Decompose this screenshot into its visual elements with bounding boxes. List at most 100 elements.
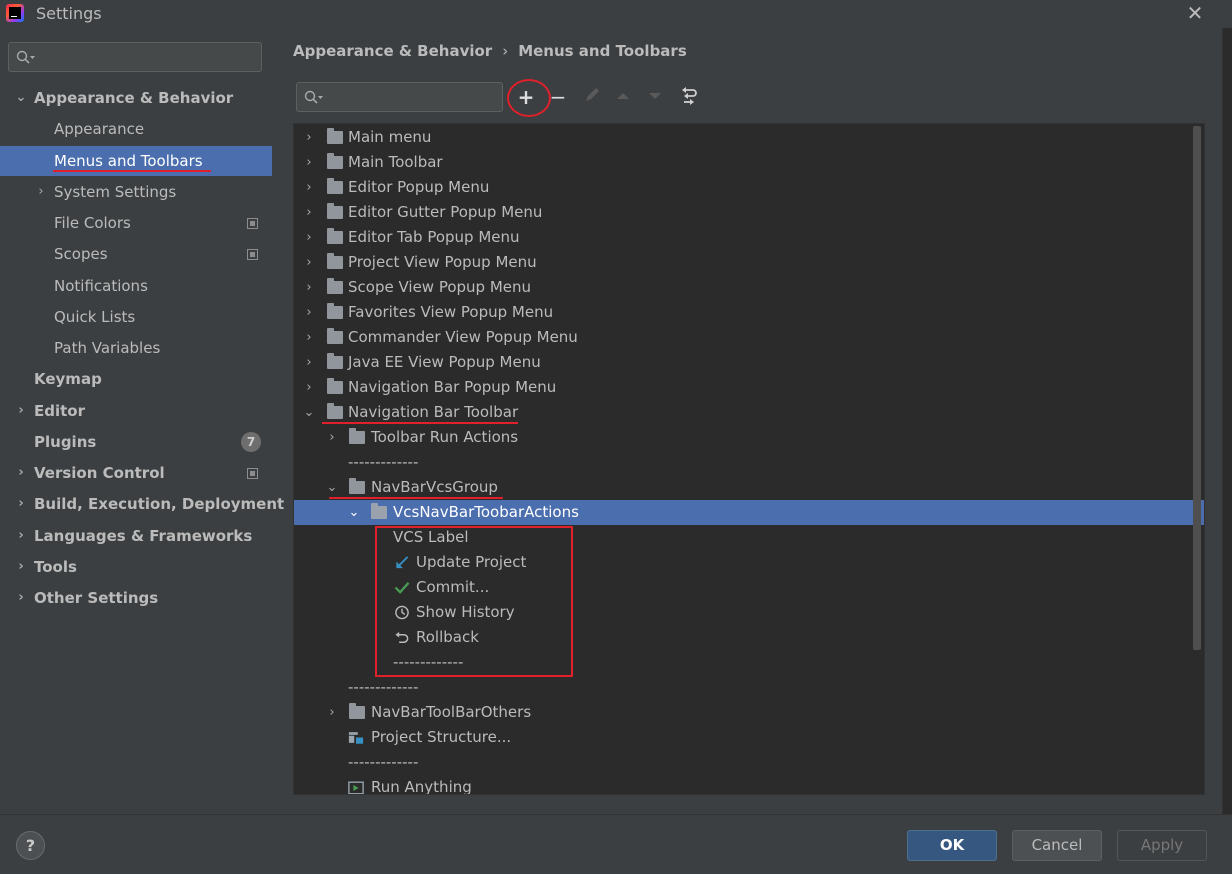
tree-row-run-anything[interactable]: Run Anything: [294, 775, 1204, 794]
tree-row-label: Favorites View Popup Menu: [348, 303, 554, 321]
annotation-box: [375, 526, 573, 677]
tree-row-editor-tab-popup-menu[interactable]: › Editor Tab Popup Menu: [294, 225, 1204, 250]
tree-row-separator[interactable]: -------------: [294, 675, 1204, 700]
sidebar-item-appearance[interactable]: Appearance: [0, 114, 272, 144]
pencil-icon: [586, 88, 599, 101]
tree-row-toolbar-run-actions[interactable]: › Toolbar Run Actions: [294, 425, 1204, 450]
chevron-down-icon: ⌄: [15, 90, 27, 105]
annotation-underline: [53, 170, 211, 172]
minus-icon: −: [549, 85, 567, 109]
tree-row-java-ee-view-popup-menu[interactable]: › Java EE View Popup Menu: [294, 350, 1204, 375]
dialog-footer: ? OK Cancel Apply: [0, 814, 1232, 874]
sidebar-item-label: Keymap: [34, 370, 102, 388]
restore-defaults-button[interactable]: [677, 86, 701, 110]
tree-row-vcsnavbartoobaractions[interactable]: ⌄ VcsNavBarToobarActions: [294, 500, 1204, 525]
sidebar-item-system-settings[interactable]: › System Settings: [0, 177, 272, 207]
sidebar-item-label: File Colors: [54, 214, 131, 232]
sidebar-item-other-settings[interactable]: › Other Settings: [0, 583, 272, 613]
tree-row-main-toolbar[interactable]: › Main Toolbar: [294, 150, 1204, 175]
restore-icon: [682, 87, 697, 105]
folder-icon: [327, 228, 343, 244]
sidebar-item-languages-frameworks[interactable]: › Languages & Frameworks: [0, 521, 272, 551]
help-button[interactable]: ?: [16, 831, 45, 860]
move-down-button[interactable]: [643, 86, 667, 110]
chevron-right-icon: ›: [38, 184, 44, 199]
sidebar-search-input[interactable]: [8, 42, 262, 72]
folder-icon: [327, 378, 343, 394]
chevron-right-icon: ›: [306, 155, 312, 170]
tree-row-navigation-bar-popup-menu[interactable]: › Navigation Bar Popup Menu: [294, 375, 1204, 400]
triangle-down-icon: [649, 93, 661, 99]
tree-row-project-view-popup-menu[interactable]: › Project View Popup Menu: [294, 250, 1204, 275]
sidebar-item-label: Quick Lists: [54, 308, 136, 326]
chevron-right-icon: ›: [18, 528, 24, 543]
project-structure-icon: [348, 732, 364, 744]
tree-row-commander-view-popup-menu[interactable]: › Commander View Popup Menu: [294, 325, 1204, 350]
chevron-right-icon: ›: [306, 280, 312, 295]
sidebar-item-appearance-behavior[interactable]: ⌄ Appearance & Behavior: [0, 83, 272, 113]
breadcrumb-current: Menus and Toolbars: [518, 42, 687, 60]
close-icon[interactable]: ✕: [1184, 2, 1206, 24]
chevron-right-icon: ›: [18, 559, 24, 574]
sidebar-item-label: Path Variables: [54, 339, 161, 357]
tree-scrollbar[interactable]: [1193, 126, 1201, 650]
breadcrumb-separator: ›: [502, 42, 509, 60]
sidebar-item-quick-lists[interactable]: Quick Lists: [0, 302, 272, 332]
tree-row-label: Scope View Popup Menu: [348, 278, 532, 296]
tree-row-favorites-view-popup-menu[interactable]: › Favorites View Popup Menu: [294, 300, 1204, 325]
tree-row-label: Main menu: [348, 128, 432, 146]
sidebar-item-file-colors[interactable]: File Colors: [0, 208, 272, 238]
tree-row-label: Commander View Popup Menu: [348, 328, 578, 346]
tree-row-label: Toolbar Run Actions: [371, 428, 519, 446]
sidebar-item-build-execution-deployment[interactable]: › Build, Execution, Deployment: [0, 489, 284, 519]
search-icon: [304, 90, 323, 104]
tree-row-editor-gutter-popup-menu[interactable]: › Editor Gutter Popup Menu: [294, 200, 1204, 225]
ok-button[interactable]: OK: [907, 830, 997, 861]
breadcrumb: Appearance & Behavior › Menus and Toolbars: [293, 42, 687, 60]
tree-row-project-structure[interactable]: Project Structure...: [294, 725, 1204, 750]
tree-row-main-menu[interactable]: › Main menu: [294, 125, 1204, 150]
sidebar-item-editor[interactable]: › Editor: [0, 396, 272, 426]
move-up-button[interactable]: [611, 86, 635, 110]
sidebar-item-plugins[interactable]: Plugins 7: [0, 427, 272, 457]
sidebar-item-label: Appearance: [54, 120, 145, 138]
breadcrumb-parent[interactable]: Appearance & Behavior: [293, 42, 492, 60]
annotation-underline: [329, 497, 503, 499]
chevron-right-icon: ›: [18, 590, 24, 605]
sidebar-item-label: Editor: [34, 402, 85, 420]
folder-icon: [349, 703, 365, 719]
tree-row-separator[interactable]: -------------: [294, 750, 1204, 775]
sidebar-item-notifications[interactable]: Notifications: [0, 271, 272, 301]
sidebar-item-label: Plugins: [34, 433, 97, 451]
apply-button[interactable]: Apply: [1117, 830, 1207, 861]
tree-row-label: Main Toolbar: [348, 153, 443, 171]
tree-row-label: Project Structure...: [371, 728, 512, 746]
tree-row-scope-view-popup-menu[interactable]: › Scope View Popup Menu: [294, 275, 1204, 300]
folder-icon: [349, 428, 365, 444]
sidebar-item-scopes[interactable]: Scopes: [0, 239, 272, 269]
actions-search-input[interactable]: [296, 82, 503, 112]
sidebar-item-path-variables[interactable]: Path Variables: [0, 333, 272, 363]
sidebar-item-version-control[interactable]: › Version Control: [0, 458, 272, 488]
tree-row-navbartoolbarothers[interactable]: › NavBarToolBarOthers: [294, 700, 1204, 725]
separator-label: -------------: [348, 753, 419, 771]
chevron-right-icon: ›: [18, 465, 24, 480]
tree-row-separator[interactable]: -------------: [294, 450, 1204, 475]
sidebar-item-label: Notifications: [54, 277, 148, 295]
chevron-right-icon: ›: [306, 180, 312, 195]
folder-icon: [327, 253, 343, 269]
sidebar-item-keymap[interactable]: Keymap: [0, 364, 272, 394]
cancel-button[interactable]: Cancel: [1012, 830, 1102, 861]
folder-icon: [327, 328, 343, 344]
folder-icon: [327, 278, 343, 294]
chevron-right-icon: ›: [306, 330, 312, 345]
folder-icon: [327, 178, 343, 194]
chevron-right-icon: ›: [18, 403, 24, 418]
run-anything-icon: [348, 781, 364, 794]
settings-sidebar: ⌄ Appearance & Behavior Appearance Menus…: [0, 28, 284, 814]
edit-icon-button[interactable]: [580, 86, 604, 110]
tree-row-editor-popup-menu[interactable]: › Editor Popup Menu: [294, 175, 1204, 200]
sidebar-item-tools[interactable]: › Tools: [0, 552, 272, 582]
menus-toolbars-tree: › Main menu › Main Toolbar › Editor Popu…: [293, 123, 1205, 795]
folder-icon: [371, 503, 387, 519]
